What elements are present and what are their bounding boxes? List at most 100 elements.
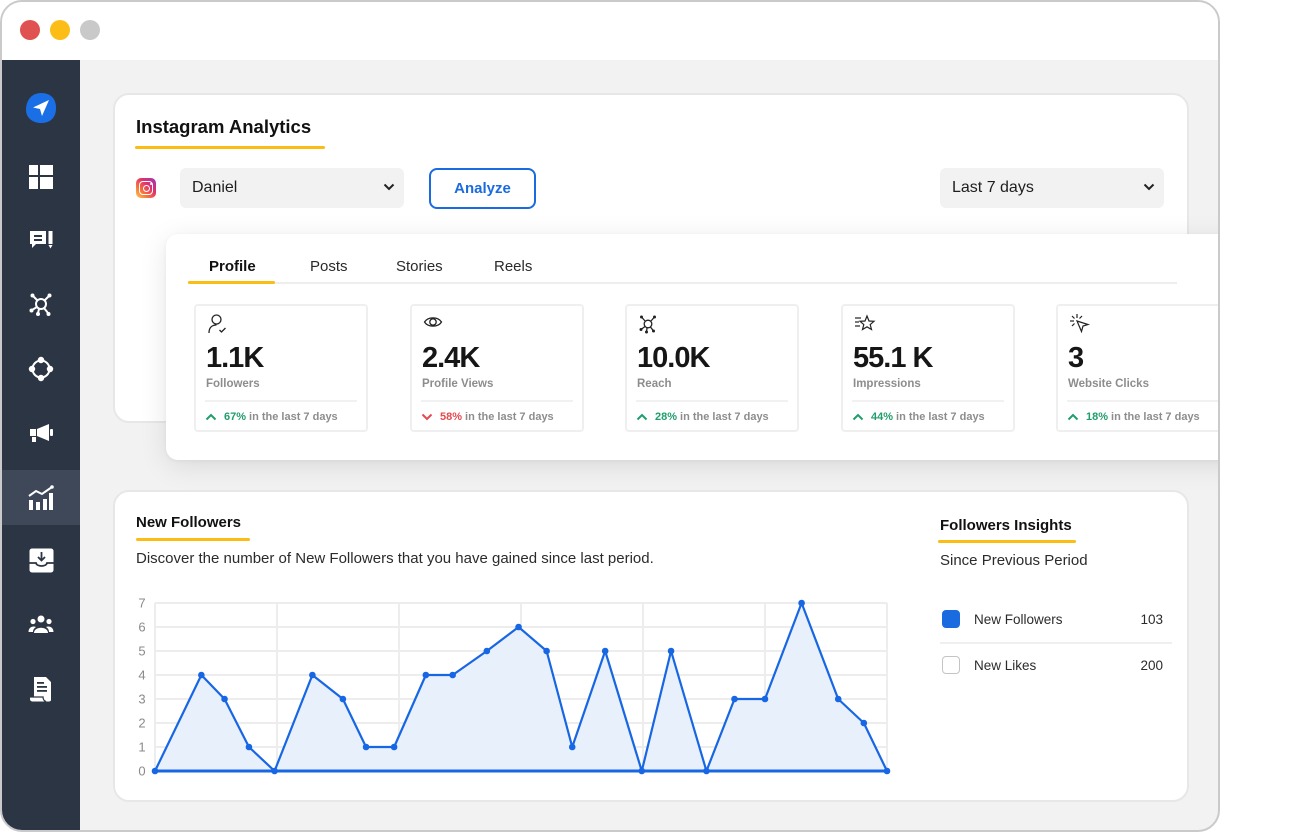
y-tick-label: 5: [138, 644, 145, 659]
network-hub-icon: [29, 293, 53, 317]
trend-up-icon: [636, 413, 648, 421]
change-percent: 18%: [1086, 411, 1109, 423]
data-point: [568, 743, 576, 751]
insight-label: New Likes: [974, 657, 1037, 673]
profile-metrics-panel: Profile Posts Stories Reels 1.1K Followe…: [166, 234, 1218, 460]
data-point: [638, 767, 646, 775]
change-percent: 58%: [440, 411, 463, 423]
stat-value: 3: [1068, 342, 1084, 374]
title-underline: [938, 540, 1076, 543]
user-check-icon: [207, 313, 229, 335]
data-point: [151, 767, 159, 775]
data-point: [798, 599, 805, 607]
title-bar: [2, 2, 1218, 60]
tab-profile[interactable]: Profile: [209, 256, 256, 278]
tabs-baseline: [188, 282, 1177, 284]
period-select[interactable]: Last 7 days: [940, 168, 1164, 208]
stat-card-followers[interactable]: 1.1K Followers 67% in the last 7 days: [194, 304, 368, 432]
y-tick-label: 1: [138, 740, 145, 755]
data-point: [883, 767, 891, 775]
sidebar-item-network[interactable]: [2, 277, 80, 332]
data-point: [245, 743, 253, 751]
stat-label: Reach: [637, 378, 672, 390]
trend-down-icon: [421, 413, 433, 421]
data-point: [271, 767, 278, 775]
sidebar-item-messages[interactable]: [2, 213, 80, 268]
document-icon: [29, 676, 53, 702]
stat-card-profile-views[interactable]: 2.4K Profile Views 58% in the last 7 day…: [410, 304, 584, 432]
stat-label: Followers: [206, 378, 260, 390]
megaphone-icon: [29, 422, 54, 444]
app-window: Instagram Analytics Daniel Analyze Last …: [0, 0, 1220, 832]
send-logo-icon: [24, 91, 58, 125]
y-tick-label: 4: [138, 668, 145, 683]
title-underline: [135, 146, 325, 149]
active-tab-indicator: [188, 281, 275, 284]
tab-stories[interactable]: Stories: [396, 256, 443, 278]
change-percent: 67%: [224, 411, 247, 423]
minimize-window-button[interactable]: [50, 20, 70, 40]
insight-row-new-followers: New Followers 103: [942, 609, 1163, 629]
stat-card-website-clicks[interactable]: 3 Website Clicks 18% in the last 7 days: [1056, 304, 1218, 432]
data-point: [515, 623, 522, 631]
sidebar-item-analytics[interactable]: [2, 470, 80, 525]
stat-card-reach[interactable]: 10.0K Reach 28% in the last 7 days: [625, 304, 799, 432]
insight-value: 103: [1140, 611, 1163, 627]
sidebar-item-home[interactable]: [2, 80, 80, 135]
account-select[interactable]: Daniel: [180, 168, 404, 208]
stat-change: 18% in the last 7 days: [1067, 409, 1200, 425]
stat-label: Profile Views: [422, 378, 494, 390]
maximize-window-button[interactable]: [80, 20, 100, 40]
sidebar-item-team[interactable]: [2, 597, 80, 652]
eye-icon: [423, 313, 445, 335]
data-point: [422, 671, 430, 679]
new-followers-description: Discover the number of New Followers tha…: [136, 550, 654, 567]
data-point: [449, 671, 456, 679]
data-point: [601, 647, 609, 655]
divider: [940, 642, 1172, 644]
period-select-value: Last 7 days: [952, 179, 1034, 196]
stat-value: 55.1 K: [853, 342, 933, 374]
data-point: [543, 647, 550, 655]
tab-reels[interactable]: Reels: [494, 256, 532, 278]
new-followers-checkbox[interactable]: [942, 610, 960, 628]
inbox-download-icon: [29, 548, 54, 573]
dashboard-icon: [29, 164, 53, 189]
trend-up-icon: [1067, 413, 1079, 421]
data-point: [703, 767, 710, 775]
data-point: [390, 743, 398, 751]
reach-hub-icon: [638, 313, 660, 335]
analyze-button[interactable]: Analyze: [429, 168, 536, 209]
stat-label: Website Clicks: [1068, 378, 1149, 390]
sidebar-item-dashboard[interactable]: [2, 149, 80, 204]
data-point: [339, 695, 347, 703]
data-point: [362, 743, 370, 751]
followers-insights-title: Followers Insights: [940, 517, 1072, 534]
stat-change: 28% in the last 7 days: [636, 409, 769, 425]
sidebar: [2, 60, 80, 830]
title-underline: [136, 538, 250, 541]
new-followers-chart: 0 1 2 3 4 5 6 7: [138, 596, 891, 779]
sidebar-item-connections[interactable]: [2, 341, 80, 396]
divider: [421, 400, 573, 402]
stat-change: 58% in the last 7 days: [421, 409, 554, 425]
data-point: [309, 671, 316, 679]
analytics-icon: [28, 484, 54, 511]
new-likes-checkbox[interactable]: [942, 656, 960, 674]
sidebar-item-campaigns[interactable]: [2, 405, 80, 460]
tab-posts[interactable]: Posts: [310, 256, 348, 278]
sidebar-item-inbox[interactable]: [2, 533, 80, 588]
divider: [852, 400, 1004, 402]
data-point: [198, 671, 205, 679]
insight-label: New Followers: [974, 611, 1063, 627]
close-window-button[interactable]: [20, 20, 40, 40]
change-period: in the last 7 days: [1111, 411, 1200, 423]
divider: [1067, 400, 1218, 402]
sidebar-item-reports[interactable]: [2, 661, 80, 716]
change-period: in the last 7 days: [896, 411, 985, 423]
insight-row-new-likes: New Likes 200: [942, 655, 1163, 675]
account-select-value: Daniel: [192, 179, 238, 196]
stat-value: 10.0K: [637, 342, 710, 374]
stat-card-impressions[interactable]: 55.1 K Impressions 44% in the last 7 day…: [841, 304, 1015, 432]
stat-change: 67% in the last 7 days: [205, 409, 338, 425]
